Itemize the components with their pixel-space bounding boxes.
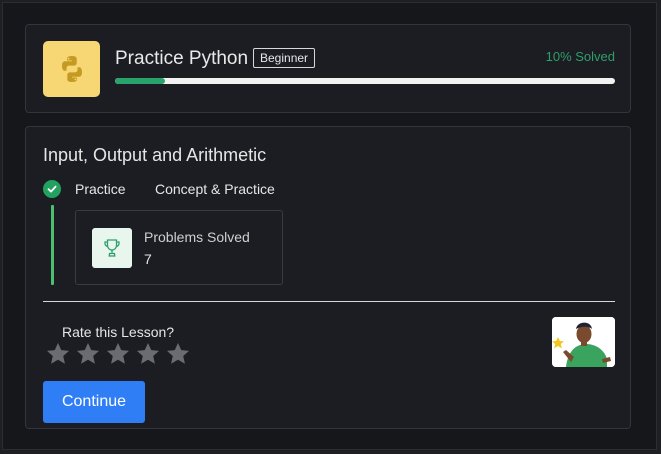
- continue-button[interactable]: Continue: [43, 381, 145, 423]
- course-header-card: Practice Python Beginner 10% Solved: [25, 24, 631, 113]
- star-icon[interactable]: [45, 341, 71, 367]
- rate-lesson-label: Rate this Lesson?: [62, 324, 175, 340]
- solved-percent: 10% Solved: [545, 49, 615, 64]
- level-badge: Beginner: [253, 48, 316, 68]
- problems-solved-label: Problems Solved: [144, 229, 250, 245]
- star-icon[interactable]: [135, 341, 161, 367]
- section-divider: [43, 301, 615, 302]
- lesson-card: Input, Output and Arithmetic Practice Co…: [25, 126, 631, 429]
- star-icon[interactable]: [165, 341, 191, 367]
- course-title: Practice Python: [115, 48, 249, 69]
- tab-practice[interactable]: Practice: [75, 181, 126, 197]
- rating-stars: [45, 341, 191, 367]
- python-logo-icon: [43, 41, 100, 97]
- check-circle-icon: [43, 180, 61, 198]
- problems-solved-card: Problems Solved 7: [75, 210, 283, 285]
- tab-concept-practice[interactable]: Concept & Practice: [155, 181, 275, 197]
- course-progress-fill: [115, 78, 165, 84]
- progress-timeline-line: [51, 205, 54, 285]
- course-progress-bar: [115, 78, 615, 84]
- lesson-title: Input, Output and Arithmetic: [43, 145, 267, 165]
- app-frame: Practice Python Beginner 10% Solved Inpu…: [2, 2, 657, 450]
- problems-solved-value: 7: [144, 251, 152, 267]
- star-icon[interactable]: [105, 341, 131, 367]
- person-with-star-illustration: [552, 317, 615, 367]
- trophy-icon: [92, 228, 132, 268]
- star-icon[interactable]: [75, 341, 101, 367]
